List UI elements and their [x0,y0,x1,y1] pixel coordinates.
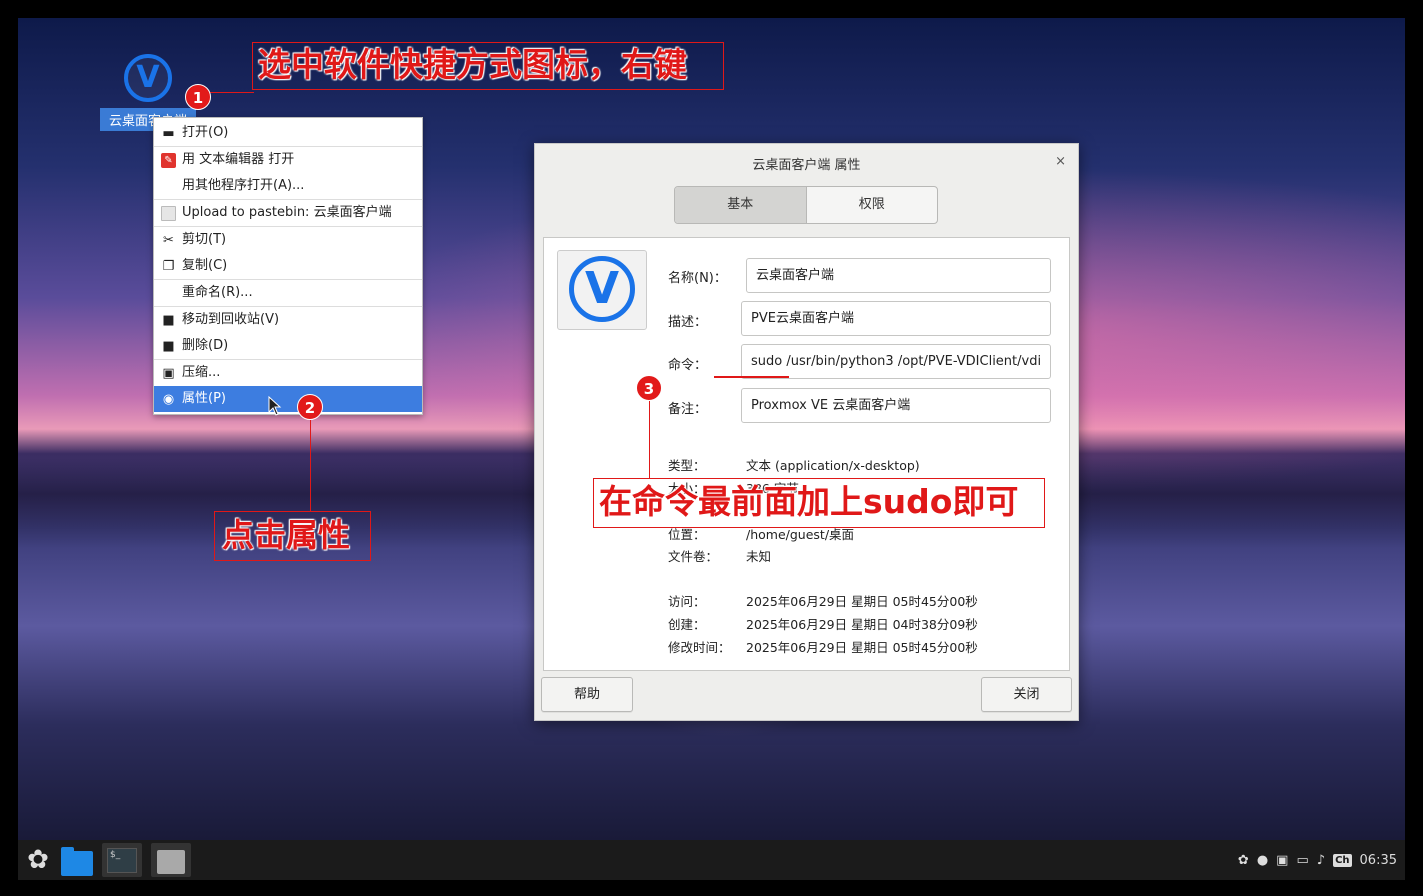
volume-icon[interactable]: ♪ [1317,853,1325,868]
accessed-label: 访问： [668,594,706,609]
annotation-2-badge: 2 [297,394,323,420]
eye-icon: ◉ [162,392,175,407]
help-button[interactable]: 帮助 [541,677,633,712]
menu-item-open[interactable]: ▬ 打开(O) [154,120,422,146]
modified-label: 修改时间： [668,640,731,655]
menu-item-cut[interactable]: ✂ 剪切(T) [154,227,422,253]
files-window-button[interactable] [151,843,191,877]
app-icon-button[interactable]: V [557,250,647,330]
annotation-3-text: 在命令最前面加上sudo即可 [599,482,1019,521]
type-value: 文本 (application/x-desktop) [746,458,920,473]
description-field[interactable]: PVE云桌面客户端 [741,301,1051,336]
terminal-launcher[interactable]: $_ [102,843,142,877]
input-method-indicator[interactable]: Ch [1333,853,1352,867]
menu-item-open-with[interactable]: 用其他程序打开(A)... [154,173,422,199]
annotation-1-connector [210,92,254,93]
vdi-client-icon: V [569,256,635,322]
menu-item-label: 重命名(R)... [182,285,253,300]
folder-open-icon: ▬ [162,126,175,141]
menu-item-delete[interactable]: ■ 删除(D) [154,333,422,359]
created-label: 创建： [668,617,706,632]
annotation-2-connector [310,420,311,512]
folder-icon [61,847,93,876]
command-field[interactable]: sudo /usr/bin/python3 /opt/PVE-VDIClient… [741,344,1051,379]
compress-icon: ▣ [162,366,175,381]
menu-item-label: Upload to pastebin: 云桌面客户端 [182,205,392,220]
type-label: 类型： [668,458,706,473]
vdi-client-icon: V [124,54,172,102]
description-label: 描述： [668,315,708,330]
menu-item-compress[interactable]: ▣ 压缩... [154,360,422,386]
menu-item-rename[interactable]: 重命名(R)... [154,280,422,306]
name-field[interactable]: 云桌面客户端 [746,258,1051,293]
note-field[interactable]: Proxmox VE 云桌面客户端 [741,388,1051,423]
mouse-cursor-icon [268,396,282,416]
trash-icon: ■ [162,339,175,354]
created-value: 2025年06月29日 星期日 04时38分09秒 [746,617,978,632]
taskbar: ✿ $_ ✿ ● ▣ ▭ ♪ Ch 06:35 [18,840,1405,880]
properties-dialog: 云桌面客户端 属性 × 基本 权限 V 名称(N)： 云桌面客户端 描述： PV… [534,143,1079,721]
clock[interactable]: 06:35 [1360,853,1397,868]
basic-panel: V 名称(N)： 云桌面客户端 描述： PVE云桌面客户端 命令： sudo /… [543,237,1070,671]
note-label: 备注： [668,402,708,417]
tab-permissions[interactable]: 权限 [807,187,938,223]
name-label: 名称(N)： [668,271,727,286]
menu-item-upload-pastebin[interactable]: Upload to pastebin: 云桌面客户端 [154,200,422,226]
annotation-1-text: 选中软件快捷方式图标，右键 [258,45,687,84]
display-icon[interactable]: ▭ [1296,853,1308,868]
scissors-icon: ✂ [163,233,174,248]
terminal-icon: $_ [107,848,137,873]
file-manager-launcher[interactable] [58,843,94,877]
menu-item-label: 压缩... [182,365,221,380]
menu-item-label: 属性(P) [182,391,226,406]
modified-value: 2025年06月29日 星期日 05时45分00秒 [746,640,978,655]
menu-item-copy[interactable]: ❐ 复制(C) [154,253,422,279]
close-button[interactable]: 关闭 [981,677,1072,712]
menu-item-label: 打开(O) [182,125,229,140]
copy-icon: ❐ [162,259,175,274]
system-tray: ✿ ● ▣ ▭ ♪ Ch 06:35 [1238,840,1405,880]
annotation-3-badge: 3 [636,375,662,401]
annotation-2-text: 点击属性 [222,516,351,554]
annotation-3-connector [649,401,650,479]
lock-icon[interactable]: ▣ [1276,853,1288,868]
volume-label: 文件卷： [668,549,719,564]
annotation-3-underline [714,376,789,378]
menu-item-move-to-trash[interactable]: ■ 移动到回收站(V) [154,307,422,333]
tab-basic[interactable]: 基本 [675,187,807,223]
context-menu: ▬ 打开(O) ✎ 用 文本编辑器 打开 用其他程序打开(A)... Upload … [153,117,423,415]
volume-value: 未知 [746,549,772,564]
dialog-title: 云桌面客户端 属性 [752,158,861,173]
file-cabinet-icon [157,850,185,874]
trash-icon: ■ [162,313,175,328]
menu-item-label: 移动到回收站(V) [182,312,280,327]
menu-item-label: 剪切(T) [182,232,227,247]
menu-item-label: 复制(C) [182,258,228,273]
menu-item-label: 删除(D) [182,338,229,353]
menu-item-properties[interactable]: ◉ 属性(P) [154,386,422,412]
annotation-1-badge: 1 [185,84,211,110]
accessed-value: 2025年06月29日 星期日 05时45分00秒 [746,594,978,609]
menu-item-open-text-editor[interactable]: ✎ 用 文本编辑器 打开 [154,147,422,173]
user-icon[interactable]: ● [1257,853,1268,868]
command-label: 命令： [668,358,708,373]
start-menu-icon[interactable]: ✿ [20,843,56,877]
menu-item-label: 用其他程序打开(A)... [182,178,305,193]
text-editor-icon: ✎ [161,153,176,168]
menu-item-label: 用 文本编辑器 打开 [182,152,295,167]
network-swirl-icon[interactable]: ✿ [1238,853,1249,868]
dialog-tabs: 基本 权限 [674,186,938,224]
close-icon[interactable]: × [1055,154,1066,169]
document-icon [161,206,176,221]
